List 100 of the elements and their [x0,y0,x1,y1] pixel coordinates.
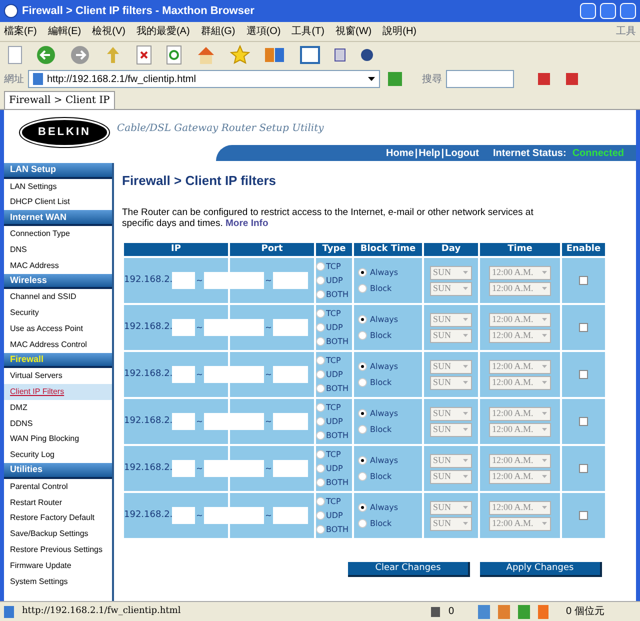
input-field[interactable] [273,366,308,383]
input-field[interactable] [204,413,228,430]
radio-button[interactable] [316,403,325,412]
sidebar-section[interactable]: Internet WAN [4,210,112,226]
sidebar-item[interactable]: WAN Ping Blocking [4,432,112,448]
sidebar-item[interactable]: Security [4,305,112,321]
sidebar-item[interactable]: DNS [4,242,112,258]
enable-checkbox[interactable] [579,323,588,332]
input-field[interactable] [230,460,264,477]
star-icon[interactable] [230,45,250,65]
radio-button[interactable] [358,331,367,340]
sidebar-item[interactable]: MAC Address [4,258,112,274]
menu-item[interactable]: 視窗(W) [336,24,372,39]
menu-item[interactable]: 編輯(E) [48,24,82,39]
up-arrow-icon[interactable] [104,45,122,65]
menu-item[interactable]: 說明(H) [382,24,416,39]
input-field[interactable] [204,272,228,289]
window-icon[interactable] [300,46,320,64]
sidebar-item[interactable]: System Settings [4,574,112,590]
sidebar-section[interactable]: LAN Setup [4,163,112,179]
input-field[interactable] [172,460,195,477]
stop-icon[interactable] [136,45,152,65]
radio-button[interactable] [358,378,367,387]
radio-button[interactable] [316,525,325,534]
sidebar-item[interactable]: DMZ [4,400,112,416]
radio-button[interactable] [316,417,325,426]
maximize-button[interactable] [600,3,616,19]
input-field[interactable] [230,366,264,383]
search-field[interactable] [446,70,514,88]
radio-button[interactable] [316,309,325,318]
action-button[interactable]: Clear Changes [348,562,470,577]
sidebar-item[interactable]: Client IP Filters [4,384,112,400]
home-icon[interactable] [196,45,216,65]
radio-button[interactable] [358,284,367,293]
more-info-link[interactable]: More Info [226,218,268,228]
sidebar-item[interactable]: LAN Settings [4,178,112,195]
sidebar-item[interactable]: Parental Control [4,478,112,495]
sidebar-item[interactable]: DDNS [4,416,112,432]
radio-button[interactable] [316,356,325,365]
input-field[interactable] [172,366,195,383]
header-link[interactable]: Home [386,146,414,160]
input-field[interactable] [230,413,264,430]
sidebar-item[interactable]: Restore Previous Settings [4,542,112,558]
new-page-icon[interactable] [8,46,22,64]
input-field[interactable] [230,507,264,524]
input-field[interactable] [273,507,308,524]
radio-button[interactable] [358,472,367,481]
radio-button[interactable] [316,431,325,440]
address-field[interactable]: http://192.168.2.1/fw_clientip.html [28,70,380,88]
sidebar-item[interactable]: Firmware Update [4,558,112,574]
sidebar-item[interactable]: Restore Factory Default [4,510,112,526]
radio-button[interactable] [316,337,325,346]
input-field[interactable] [273,460,308,477]
radio-button[interactable] [316,497,325,506]
radio-button[interactable] [358,456,367,465]
enable-checkbox[interactable] [579,370,588,379]
radio-button[interactable] [316,262,325,271]
trash-icon[interactable] [431,606,440,616]
close-button[interactable] [620,3,636,19]
sidebar-item[interactable]: Save/Backup Settings [4,526,112,542]
sidebar-section[interactable]: Utilities [4,463,112,479]
menu-item[interactable]: 檢視(V) [92,24,126,39]
input-field[interactable] [273,272,308,289]
menu-item[interactable]: 群組(G) [200,24,236,39]
input-field[interactable] [204,507,228,524]
enable-checkbox[interactable] [579,276,588,285]
sidebar-item[interactable]: Restart Router [4,494,112,511]
radio-button[interactable] [358,503,367,512]
radio-button[interactable] [358,268,367,277]
page-icon[interactable] [334,48,346,62]
go-icon[interactable] [388,72,402,86]
radio-button[interactable] [316,450,325,459]
menu-item[interactable]: 工具(T) [292,24,324,39]
enable-checkbox[interactable] [579,464,588,473]
minimize-button[interactable] [580,3,596,19]
header-link[interactable]: Logout [445,146,479,160]
input-field[interactable] [172,272,195,289]
header-link[interactable]: Help [418,146,440,160]
radio-button[interactable] [316,290,325,299]
input-field[interactable] [172,507,195,524]
sidebar-item[interactable]: Connection Type [4,226,112,242]
toolbar-menu-label[interactable]: 工具 [616,24,636,39]
radio-button[interactable] [316,478,325,487]
radio-button[interactable] [316,276,325,285]
sidebar-item[interactable]: Channel and SSID [4,289,112,306]
refresh-icon[interactable] [166,45,182,65]
radio-button[interactable] [358,362,367,371]
radio-button[interactable] [316,323,325,332]
input-field[interactable] [273,319,308,336]
sidebar-section[interactable]: Firewall [4,352,112,368]
enable-checkbox[interactable] [579,417,588,426]
input-field[interactable] [273,413,308,430]
input-field[interactable] [172,413,195,430]
sidebar-item[interactable]: DHCP Client List [4,194,112,210]
input-field[interactable] [204,319,228,336]
radio-button[interactable] [358,425,367,434]
action-button[interactable]: Apply Changes [480,562,602,577]
input-field[interactable] [172,319,195,336]
menu-item[interactable]: 檔案(F) [4,24,37,39]
sidebar-item[interactable]: Virtual Servers [4,368,112,384]
